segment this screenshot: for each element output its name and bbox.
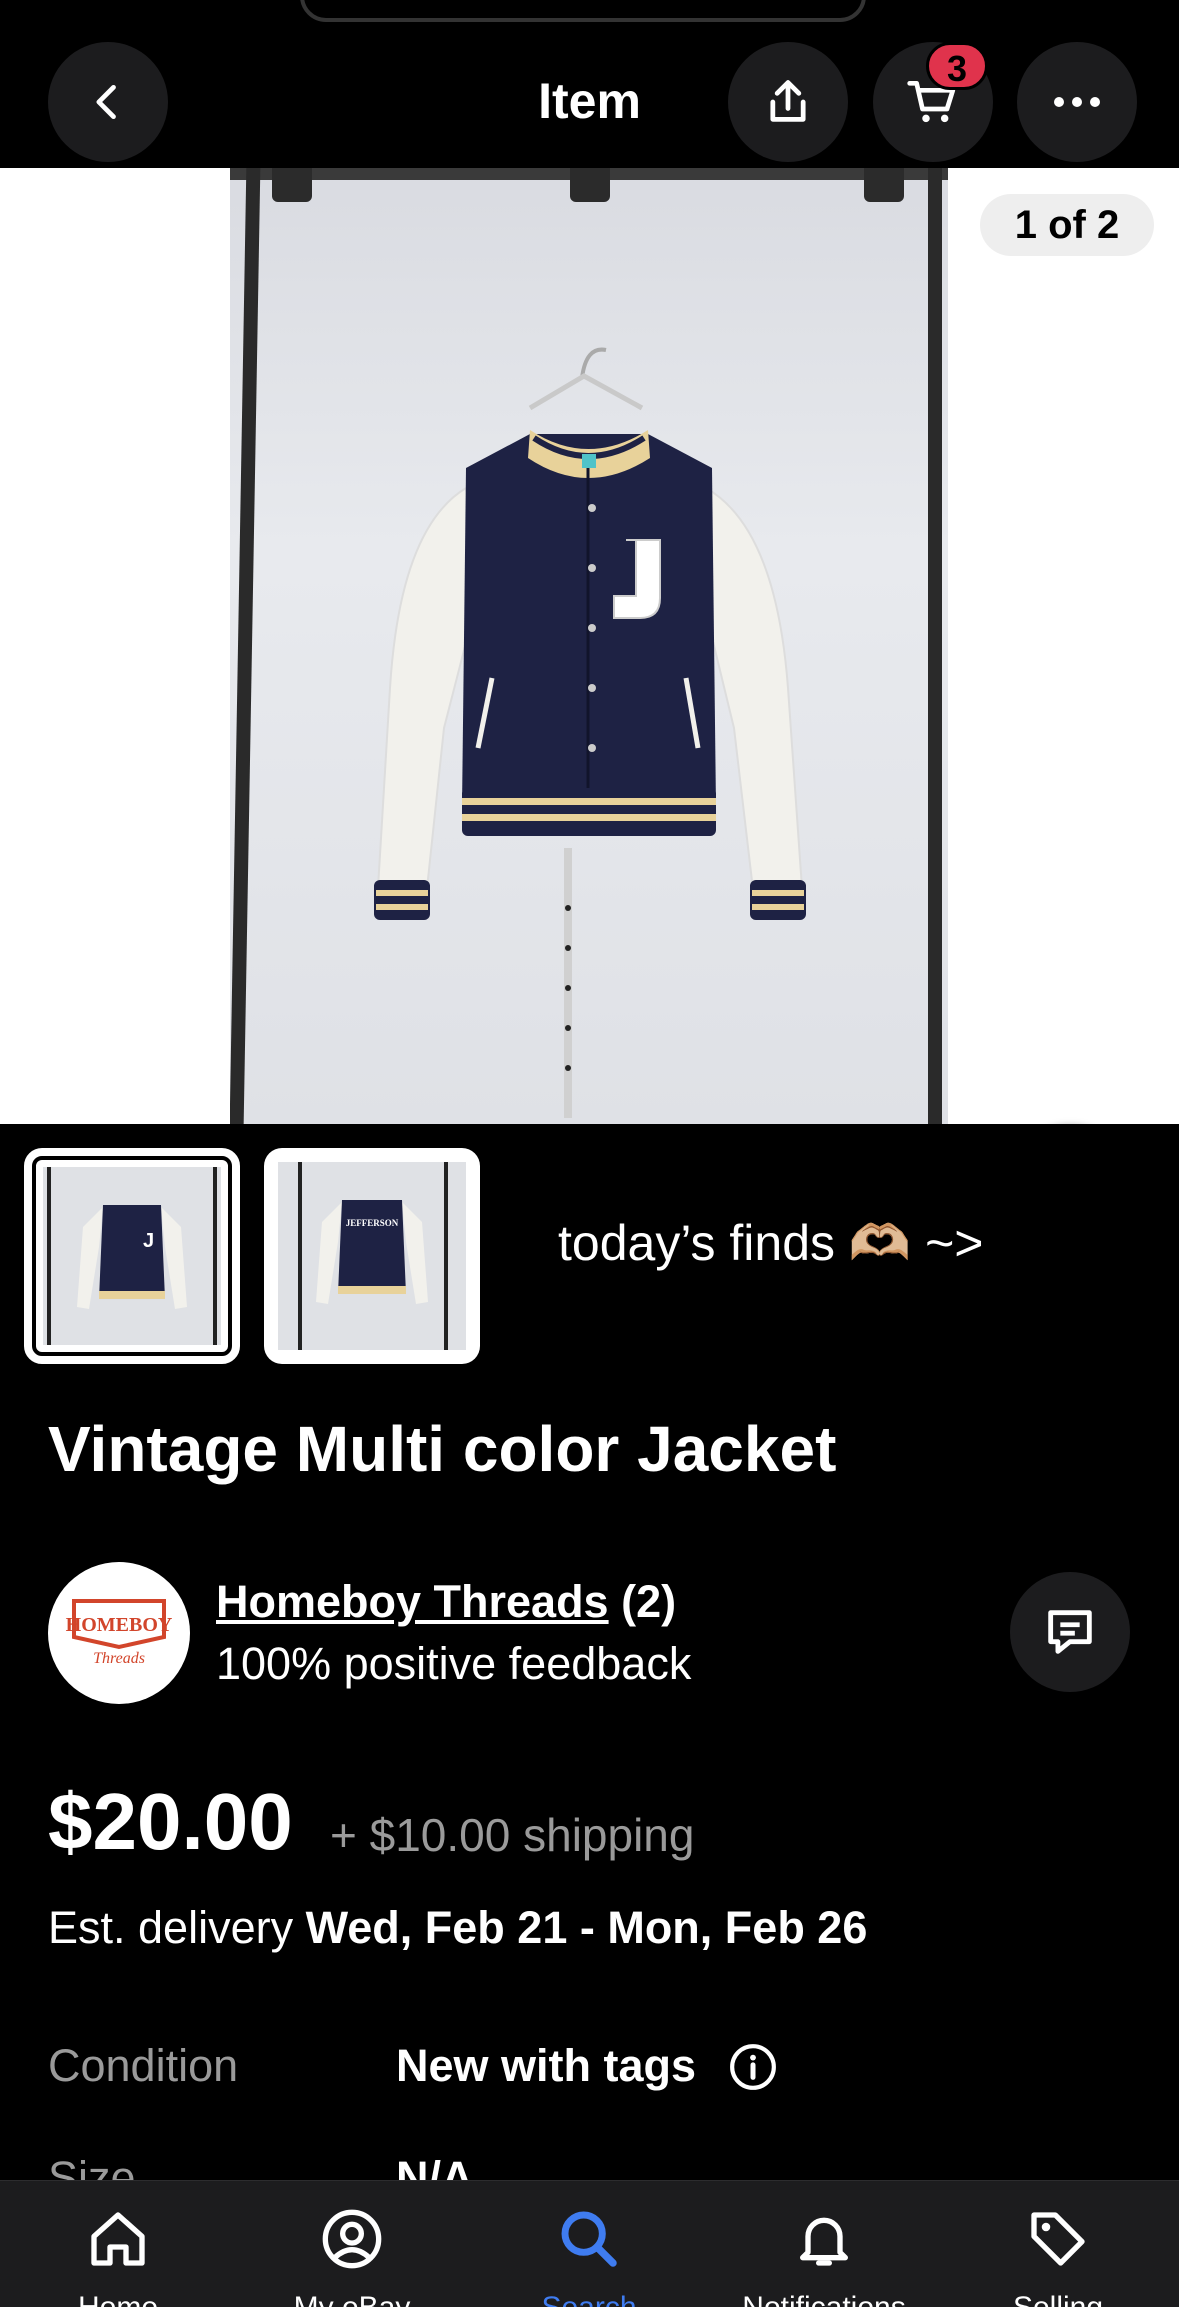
- message-icon: [1048, 1610, 1092, 1654]
- info-icon: [730, 2044, 776, 2090]
- nav-my-ebay[interactable]: My eBay: [252, 2181, 452, 2307]
- shipping-cost: + $10.00 shipping: [330, 1809, 695, 1861]
- seller-feedback-percent: 100% positive feedback: [216, 1638, 692, 1689]
- nav-label: Selling: [958, 2291, 1158, 2307]
- seller-name-link[interactable]: Homeboy Threads: [216, 1576, 609, 1627]
- varsity-jacket-image: [374, 347, 806, 1118]
- logo-text-top: HOMEBOY: [66, 1614, 173, 1636]
- seller-avatar[interactable]: HOMEBOY Threads: [48, 1562, 190, 1704]
- search-icon: [561, 2211, 617, 2267]
- nav-label: My eBay: [252, 2291, 452, 2307]
- finds-banner-text[interactable]: today’s finds 🫶🏼 ~>: [558, 1214, 983, 1273]
- thumbnail-2[interactable]: JEFFERSON: [264, 1148, 480, 1364]
- more-options-button[interactable]: [1017, 42, 1137, 162]
- condition-info-button[interactable]: [728, 2042, 778, 2097]
- thumbnail-image: JEFFERSON: [278, 1162, 466, 1350]
- share-icon: [770, 80, 806, 122]
- condition-value: New with tags: [396, 2040, 697, 2091]
- home-icon: [91, 2212, 145, 2266]
- nav-label: Home: [18, 2291, 218, 2307]
- delivery-prefix: Est. delivery: [48, 1902, 294, 1953]
- top-bar: Item 3: [0, 0, 1179, 168]
- jacket-back-thumbnail: JEFFERSON: [298, 1162, 448, 1350]
- tag-icon: [1031, 2212, 1085, 2266]
- nav-notifications[interactable]: Notifications: [724, 2181, 924, 2307]
- bell-icon: [800, 2217, 848, 2266]
- delivery-dates: Wed, Feb 21 - Mon, Feb 26: [305, 1902, 868, 1953]
- nav-home[interactable]: Home: [18, 2181, 218, 2307]
- image-counter: 1 of 2: [980, 194, 1154, 256]
- condition-label: Condition: [48, 2040, 239, 2091]
- seller-info: Homeboy Threads (2): [216, 1576, 676, 1628]
- product-photo[interactable]: [230, 168, 948, 1124]
- status-notch: [300, 0, 866, 22]
- nav-label: Search: [489, 2291, 689, 2307]
- profile-icon: [322, 2209, 382, 2269]
- seller-feedback-count: (2): [621, 1576, 677, 1627]
- thumbnail-letter: J: [143, 1230, 154, 1252]
- thumbnail-1[interactable]: J: [24, 1148, 240, 1364]
- thumbnail-image: J: [43, 1167, 221, 1345]
- thumbnail-letter: JEFFERSON: [346, 1218, 399, 1228]
- nav-selling[interactable]: Selling: [958, 2181, 1158, 2307]
- cart-count-badge: 3: [926, 42, 988, 90]
- image-gallery[interactable]: [0, 168, 1179, 1124]
- nav-search[interactable]: Search: [489, 2181, 689, 2307]
- logo-text-bottom: Threads: [93, 1650, 145, 1667]
- item-title: Vintage Multi color Jacket: [48, 1413, 837, 1485]
- page-title: Item: [538, 73, 641, 129]
- nav-label: Notifications: [724, 2291, 924, 2307]
- more-horizontal-icon: [1054, 97, 1100, 107]
- item-price: $20.00: [48, 1777, 293, 1866]
- homeboy-threads-logo: HOMEBOY Threads: [66, 1599, 173, 1667]
- bottom-navigation: Home My eBay Search Notifications Sellin…: [0, 2180, 1179, 2307]
- jacket-front-thumbnail: J: [47, 1167, 217, 1345]
- share-button[interactable]: [728, 42, 848, 162]
- estimated-delivery: Est. delivery Wed, Feb 21 - Mon, Feb 26: [48, 1902, 867, 1954]
- message-seller-button[interactable]: [1010, 1572, 1130, 1692]
